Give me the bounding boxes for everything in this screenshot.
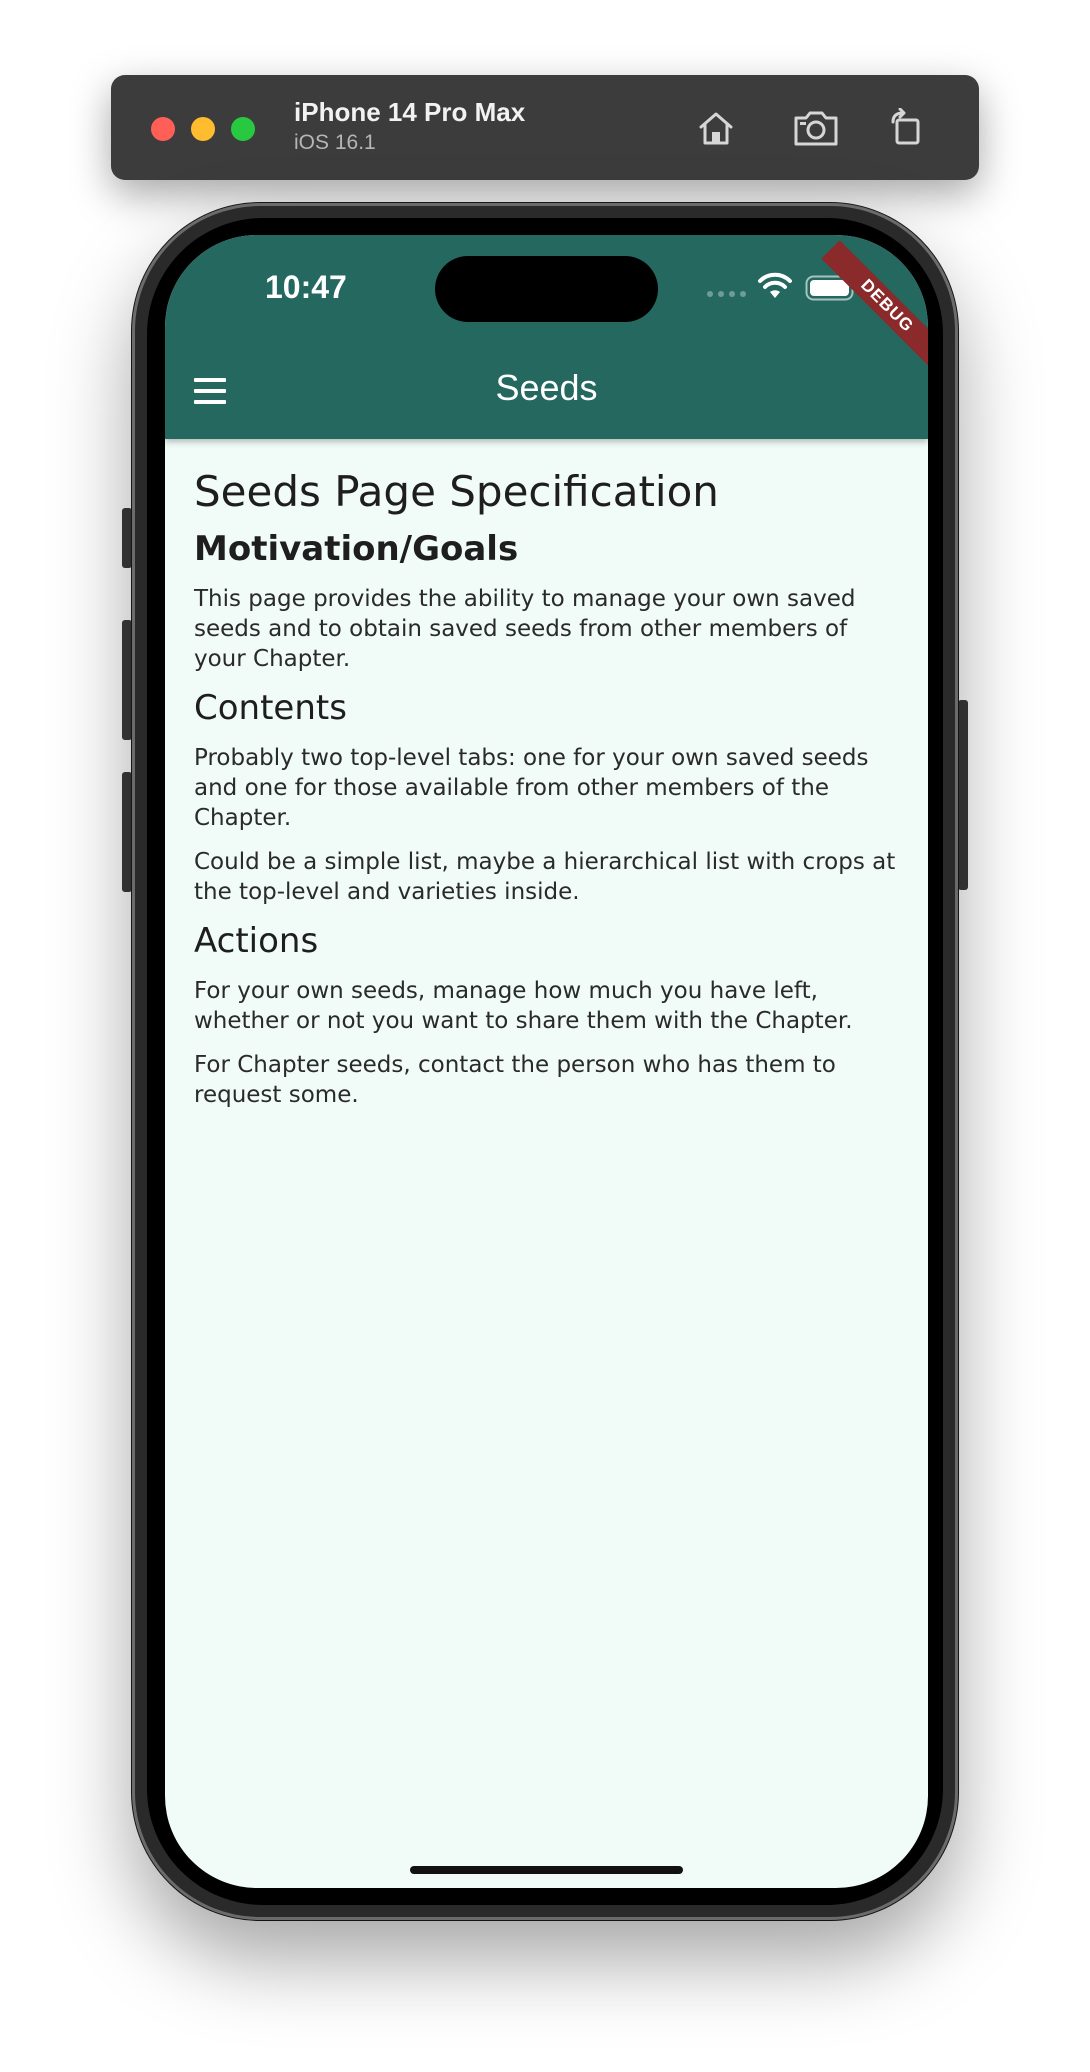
action-button: [122, 508, 132, 568]
rotate-icon: [891, 108, 920, 145]
status-time: 10:47: [265, 269, 347, 305]
motivation-paragraph: This page provides the ability to manage…: [194, 586, 856, 673]
dynamic-island: [435, 256, 658, 322]
page-title: Seeds Page Specification: [194, 467, 719, 516]
screenshot-button[interactable]: [791, 103, 841, 153]
section-heading-actions: Actions: [194, 920, 319, 961]
actions-paragraph-chapter-seeds: For Chapter seeds, contact the person wh…: [194, 1051, 836, 1108]
screenshot-icon: [794, 111, 838, 146]
close-window-button[interactable]: [151, 117, 175, 141]
spec-content: Seeds Page Specification Motivation/Goal…: [194, 467, 904, 1124]
contents-paragraph-list: Could be a simple list, maybe a hierarch…: [194, 848, 896, 905]
simulator-stage: iPhone 14 Pro Max iOS 16.1 10:47 Seeds D…: [0, 0, 1090, 2072]
contents-paragraph-tabs: Probably two top-level tabs: one for you…: [194, 744, 869, 831]
app-bar: 10:47 Seeds: [165, 235, 928, 439]
simulator-toolbar: iPhone 14 Pro Max iOS 16.1: [111, 75, 979, 180]
zoom-window-button[interactable]: [231, 117, 255, 141]
volume-up-button: [122, 620, 132, 740]
minimize-window-button[interactable]: [191, 117, 215, 141]
rotate-button[interactable]: [881, 103, 931, 153]
device-name: iPhone 14 Pro Max: [294, 97, 526, 127]
section-heading-contents: Contents: [194, 688, 347, 729]
actions-paragraph-own-seeds: For your own seeds, manage how much you …: [194, 977, 853, 1034]
home-indicator[interactable]: [410, 1866, 683, 1874]
home-icon: [699, 112, 733, 145]
home-button[interactable]: [691, 103, 741, 153]
section-heading-motivation: Motivation/Goals: [194, 529, 519, 570]
volume-down-button: [122, 772, 132, 892]
phone-screen: 10:47 Seeds DEBUG Seeds Page Specificati…: [165, 235, 928, 1888]
cellular-icon: [707, 291, 746, 297]
os-version: iOS 16.1: [294, 131, 376, 154]
wifi-icon: [758, 272, 792, 298]
app-bar-title: Seeds: [495, 367, 598, 408]
power-button: [958, 700, 968, 890]
